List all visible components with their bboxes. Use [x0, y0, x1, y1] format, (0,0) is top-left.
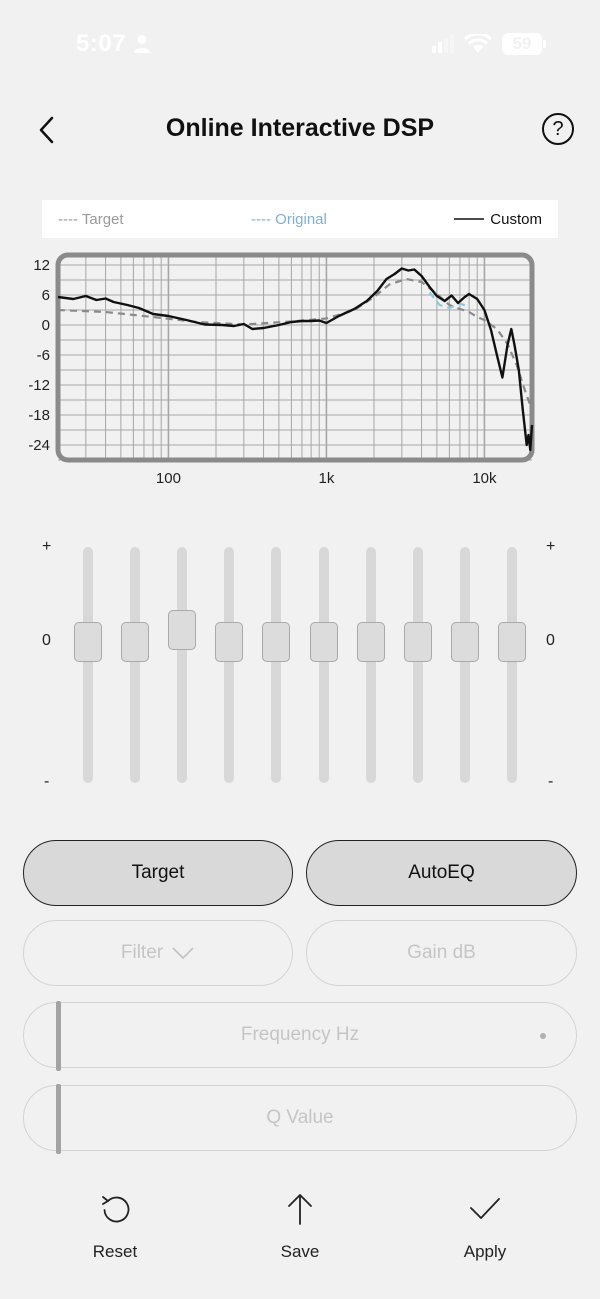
series-line-custom — [57, 267, 534, 452]
eq-slider-track[interactable] — [271, 547, 282, 783]
eq-slider-knob[interactable] — [121, 622, 150, 662]
eq-slider-track[interactable] — [83, 547, 93, 783]
eq-slider-track[interactable] — [506, 547, 517, 783]
eq-slider-knob[interactable] — [356, 622, 385, 662]
eq-slider-track[interactable] — [365, 547, 376, 783]
q-value-slider-handle[interactable] — [56, 1084, 61, 1154]
filter-dropdown[interactable]: Filter — [23, 920, 293, 986]
eq-plus-right: + — [546, 538, 556, 555]
chart-frame — [55, 252, 535, 463]
x-tick-label: 100 — [156, 470, 181, 487]
legend-custom-label: Custom — [490, 210, 542, 228]
eq-slider-track[interactable] — [224, 547, 235, 783]
target-button[interactable]: Target — [23, 840, 293, 906]
eq-slider-track[interactable] — [130, 547, 141, 783]
eq-slider-knob[interactable] — [168, 610, 197, 650]
autoeq-button[interactable]: AutoEQ — [306, 840, 577, 906]
save-label: Save — [280, 1242, 320, 1261]
equalizer-sliders: + 0 - + 0 - — [0, 535, 600, 795]
chart-legend: ---- Target ---- Original Custom — [42, 200, 558, 238]
eq-slider-track[interactable] — [412, 547, 423, 783]
y-tick-label: -18 — [28, 407, 50, 424]
gain-input[interactable]: Gain dB — [306, 920, 577, 986]
filter-label: Filter — [120, 942, 164, 963]
legend-original: ---- Original — [251, 210, 327, 228]
y-tick-label: 6 — [42, 287, 50, 304]
eq-slider-knob[interactable] — [497, 622, 526, 662]
series-line-target — [57, 277, 534, 411]
eq-slider-track[interactable] — [318, 547, 329, 783]
status-time: 5:07 — [76, 30, 127, 57]
eq-slider-knob[interactable] — [74, 622, 102, 662]
chevron-down-icon — [172, 947, 194, 960]
y-tick-label: -12 — [28, 377, 50, 394]
save-button[interactable]: Save — [240, 1190, 360, 1262]
x-tick-label: 1k — [319, 470, 335, 487]
eq-zero-left: 0 — [42, 632, 51, 649]
apply-button[interactable]: Apply — [425, 1190, 545, 1262]
y-tick-label: 0 — [42, 317, 50, 334]
eq-slider-track[interactable] — [177, 547, 188, 783]
reset-button[interactable]: Reset — [55, 1190, 175, 1262]
signal-icon — [432, 35, 454, 53]
wifi-icon — [464, 34, 492, 53]
eq-slider-track[interactable] — [459, 547, 470, 783]
apply-label: Apply — [463, 1242, 507, 1261]
frequency-slider[interactable]: Frequency Hz — [23, 1001, 577, 1071]
eq-minus-left: - — [44, 773, 50, 790]
upload-arrow-icon — [288, 1194, 312, 1225]
frequency-label: Frequency Hz — [240, 1024, 360, 1045]
frequency-dot — [540, 1033, 546, 1039]
legend-target: ---- Target — [58, 210, 124, 228]
eq-plus-left: + — [42, 538, 52, 555]
reset-label: Reset — [92, 1242, 138, 1261]
y-tick-label: 12 — [33, 257, 50, 274]
eq-slider-knob[interactable] — [309, 622, 338, 662]
q-value-label: Q Value — [266, 1107, 334, 1128]
frequency-slider-handle[interactable] — [56, 1001, 61, 1071]
y-tick-label: -6 — [37, 347, 50, 364]
q-value-slider[interactable]: Q Value — [23, 1084, 577, 1154]
legend-custom-line — [454, 218, 485, 220]
reset-icon — [102, 1196, 130, 1223]
eq-slider-knob[interactable] — [262, 622, 291, 662]
status-indicators: 59 — [432, 32, 546, 56]
eq-zero-right: 0 — [546, 632, 555, 649]
eq-minus-right: - — [548, 773, 554, 790]
x-tick-label: 10k — [472, 470, 497, 487]
checkmark-icon — [470, 1198, 500, 1219]
y-tick-label: -24 — [28, 437, 50, 454]
person-icon — [134, 35, 150, 53]
legend-custom: Custom — [454, 211, 542, 228]
eq-slider-knob[interactable] — [403, 622, 432, 662]
frequency-response-chart: 12 6 0 -6 -12 -18 -24 100 1k 10k — [28, 252, 535, 487]
eq-slider-knob[interactable] — [215, 622, 244, 662]
battery-indicator: 59 — [502, 33, 546, 55]
help-button[interactable]: ? — [542, 113, 574, 145]
page-title: Online Interactive DSP — [165, 114, 435, 142]
eq-slider-knob[interactable] — [450, 622, 479, 662]
